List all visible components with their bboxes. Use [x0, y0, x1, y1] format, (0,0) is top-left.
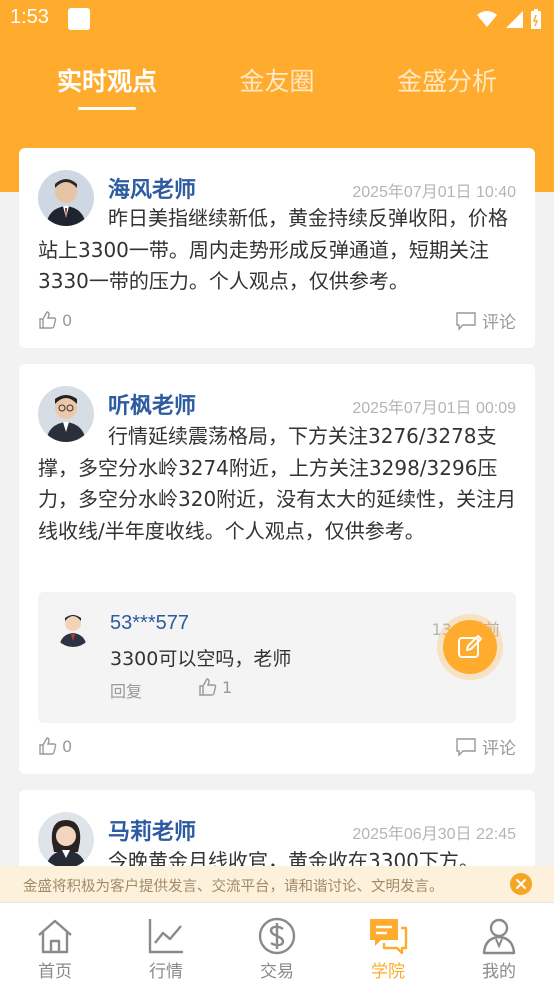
nav-market[interactable]: 行情: [126, 915, 206, 982]
dollar-icon: [258, 917, 296, 955]
post-date: 2025年06月30日 22:45: [352, 826, 516, 843]
compose-button[interactable]: [443, 620, 497, 674]
home-icon: [38, 919, 72, 954]
reply-text: 3300可以空吗，老师: [110, 648, 292, 670]
thumbs-up-icon: [39, 311, 57, 329]
tab-jinsheng-analysis[interactable]: 金盛分析: [372, 62, 522, 98]
battery-icon: [531, 9, 541, 29]
reply-button[interactable]: 回复: [110, 678, 142, 702]
like-button[interactable]: 0: [38, 736, 72, 756]
nav-label: 首页: [38, 962, 72, 982]
reply-avatar: [53, 607, 93, 647]
post-content: 行情延续震荡格局，下方关注3276/3278支撑，多空分水岭3274附近，上方关…: [38, 424, 517, 543]
notification-icon: [68, 8, 90, 30]
comment-icon: [456, 311, 476, 331]
author-name[interactable]: 马莉老师: [108, 814, 196, 846]
status-icons: [476, 8, 542, 30]
post-date: 2025年07月01日 10:40: [352, 184, 516, 201]
like-count: 0: [62, 310, 73, 330]
post-date: 2025年07月01日 00:09: [352, 400, 516, 417]
chat-icon: [370, 919, 408, 955]
active-tab-indicator: [78, 107, 136, 110]
post-card: 海风老师 2025年07月01日 10:40 昨日美指继续新低，黄金持续反弹收阳…: [19, 148, 535, 348]
status-bar: 1:53: [0, 0, 554, 40]
nav-home[interactable]: 首页: [15, 915, 95, 982]
reply-like-button[interactable]: 1: [198, 677, 232, 697]
post-card: 听枫老师 2025年07月01日 00:09 行情延续震荡格局，下方关注3276…: [19, 364, 535, 774]
nav-profile[interactable]: 我的: [459, 915, 539, 982]
nav-academy[interactable]: 学院: [348, 915, 428, 982]
nav-label: 我的: [482, 962, 516, 982]
comment-label: 评论: [482, 739, 516, 759]
post-content: 昨日美指继续新低，黄金持续反弹收阳，价格站上3300一带。周内走势形成反弹通道，…: [38, 206, 508, 293]
author-name[interactable]: 听枫老师: [108, 388, 196, 420]
notice-bar: 金盛将积极为客户提供发言、交流平台，请和谐讨论、文明发言。: [0, 866, 554, 902]
author-name[interactable]: 海风老师: [108, 172, 196, 204]
reply-username[interactable]: 53***577: [110, 612, 189, 635]
like-count: 0: [62, 736, 73, 756]
comment-button[interactable]: 评论: [455, 734, 516, 759]
tab-gold-friends[interactable]: 金友圈: [202, 62, 352, 98]
reply-like-count: 1: [222, 677, 233, 697]
comment-icon: [456, 737, 476, 757]
nav-label: 交易: [260, 962, 294, 982]
wifi-icon: [477, 11, 497, 27]
tab-realtime-views[interactable]: 实时观点: [32, 62, 182, 98]
bottom-nav: 首页 行情 交易 学院 我的: [0, 902, 554, 984]
comment-button[interactable]: 评论: [455, 308, 516, 333]
nav-label: 学院: [371, 962, 405, 982]
nav-trade[interactable]: 交易: [237, 915, 317, 982]
nav-label: 行情: [149, 962, 183, 982]
thumbs-up-icon: [39, 737, 57, 755]
tab-bar: 实时观点 金友圈 金盛分析: [0, 62, 554, 112]
thumbs-up-icon: [199, 678, 217, 696]
edit-icon: [458, 635, 482, 658]
chart-icon: [148, 919, 183, 954]
like-button[interactable]: 0: [38, 310, 72, 330]
signal-icon: [506, 11, 523, 28]
close-icon[interactable]: [510, 873, 532, 895]
person-icon: [482, 918, 516, 955]
status-time: 1:53: [10, 6, 49, 28]
comment-label: 评论: [482, 313, 516, 333]
notice-text: 金盛将积极为客户提供发言、交流平台，请和谐讨论、文明发言。: [23, 879, 444, 895]
